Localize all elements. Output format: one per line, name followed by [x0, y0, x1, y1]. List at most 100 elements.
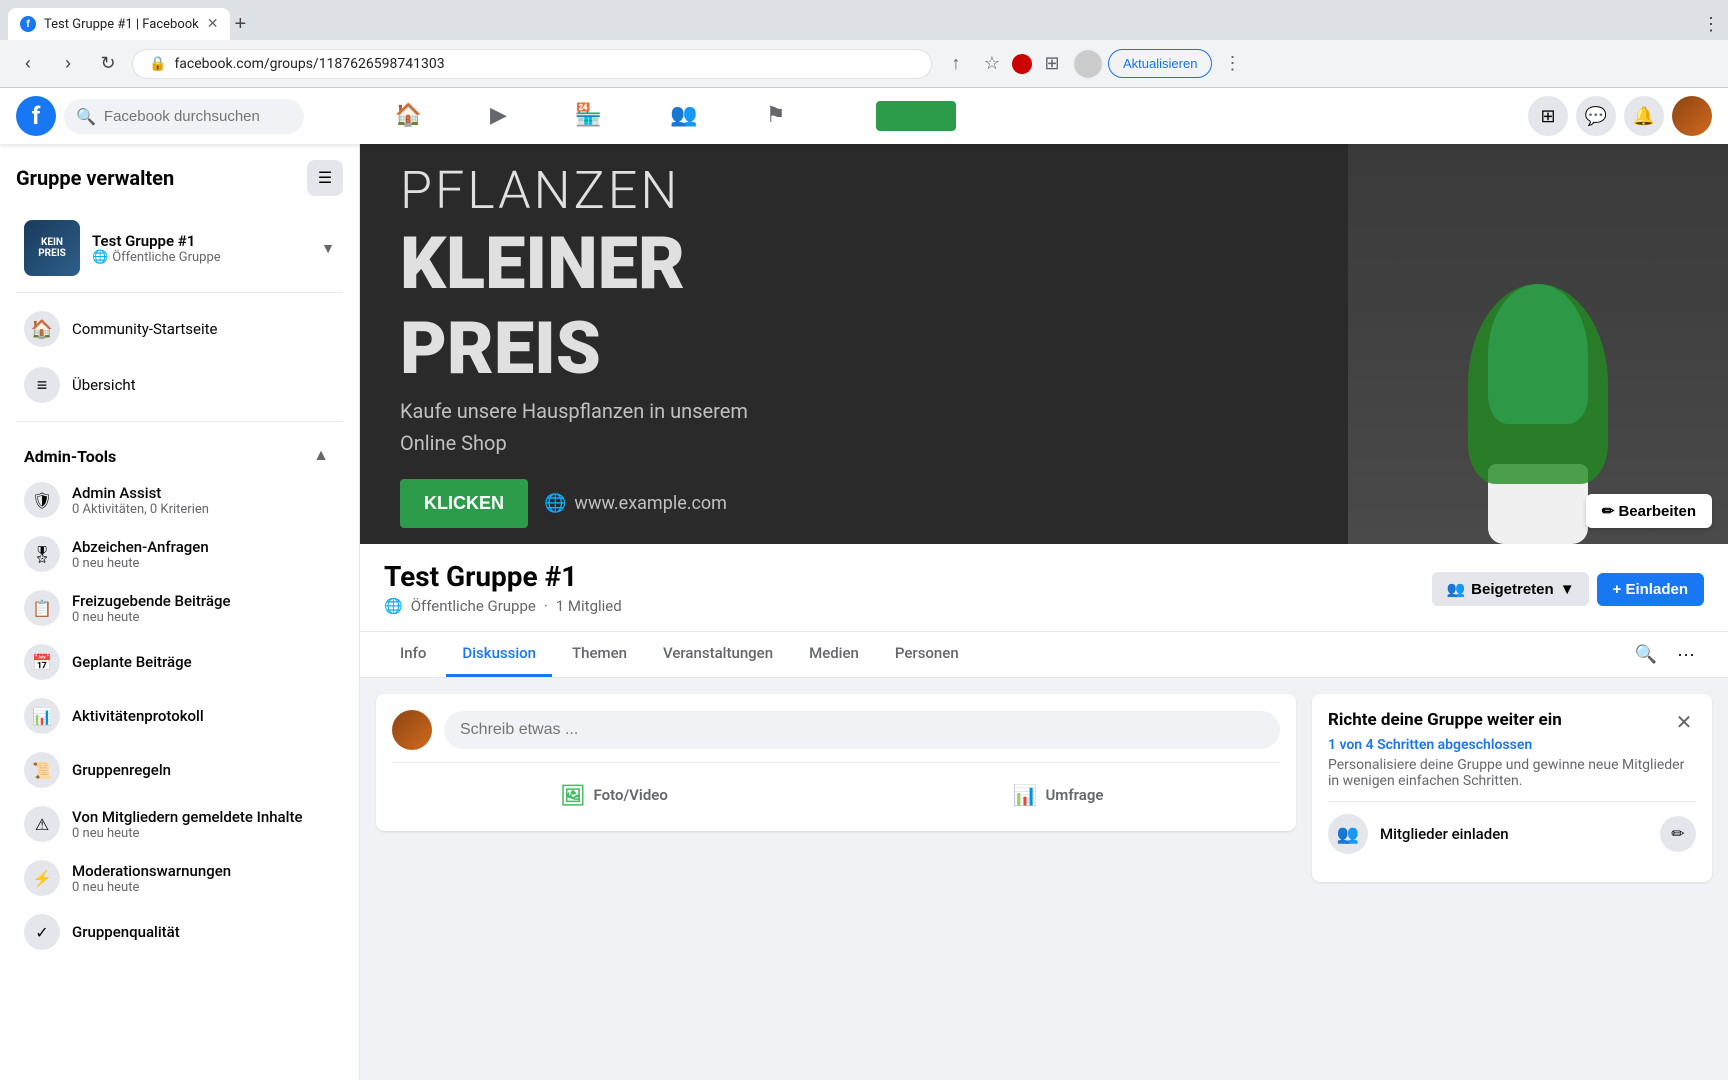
nav-apps-button[interactable]: ⊞ [1528, 96, 1568, 136]
tab-info[interactable]: Info [384, 632, 442, 677]
nav-video-button[interactable]: ▶ [458, 94, 539, 139]
scheduled-icon: 📅 [24, 644, 60, 680]
tool-sub-8: 0 neu heute [72, 880, 335, 895]
toolbar-actions: ↑ ☆ ⊞ Aktualisieren ⋮ [940, 48, 1248, 80]
divider [16, 292, 343, 293]
forward-button[interactable]: › [52, 48, 84, 80]
step-edit-button[interactable]: ✏ [1660, 816, 1696, 852]
content-area: 🖼 Foto/Video 📊 Umfrage ✕ Richte d [360, 678, 1728, 898]
step-name: Mitglieder einladen [1380, 825, 1648, 843]
group-tabs: Info Diskussion Themen Veranstaltungen M… [360, 632, 1728, 678]
nav-marketplace-button[interactable]: 🏪 [543, 94, 634, 139]
poll-button[interactable]: 📊 Umfrage [836, 775, 1280, 815]
close-tab-button[interactable]: ✕ [207, 16, 219, 32]
group-main: PFLANZEN KLEINER PREIS Kaufe unsere Haus… [360, 144, 1728, 1080]
overview-label: Übersicht [72, 376, 136, 394]
bookmark-button[interactable]: ☆ [976, 48, 1008, 80]
group-info-left: Test Gruppe #1 🌐 Öffentliche Gruppe · 1 … [384, 560, 622, 615]
nav-home-button[interactable]: 🏠 [363, 94, 454, 139]
browser-chrome: f Test Gruppe #1 | Facebook ✕ + ⋮ ‹ › ↻ … [0, 0, 1728, 88]
tool-info-3: Freizugebende Beiträge 0 neu heute [72, 592, 335, 625]
nav-notifications-button[interactable]: 🔔 [1624, 96, 1664, 136]
tool-name-3: Freizugebende Beiträge [72, 592, 335, 610]
cover-klicken-button[interactable]: KLICKEN [400, 479, 528, 528]
reload-button[interactable]: ↻ [92, 48, 124, 80]
setup-panel: ✕ Richte deine Gruppe weiter ein 1 von 4… [1312, 694, 1712, 882]
sidebar-nav-community[interactable]: 🏠 Community-Startseite [16, 301, 343, 357]
profile-button[interactable] [1072, 48, 1104, 80]
joined-label: Beigetreten [1471, 581, 1554, 598]
extension-icon-red[interactable] [1012, 54, 1032, 74]
tool-group-rules[interactable]: 📜 Gruppenregeln [16, 744, 343, 796]
setup-title: Richte deine Gruppe weiter ein [1328, 710, 1696, 730]
nav-profile-avatar[interactable] [1672, 96, 1712, 136]
nav-gaming-button[interactable]: ⚑ [734, 94, 818, 139]
menu-button[interactable]: ⋮ [1216, 48, 1248, 80]
tool-badge-requests[interactable]: 🎖 Abzeichen-Anfragen 0 neu heute [16, 528, 343, 580]
search-input[interactable] [104, 108, 292, 125]
tool-pending-posts[interactable]: 📋 Freizugebende Beiträge 0 neu heute [16, 582, 343, 634]
group-info-row: Test Gruppe #1 🌐 Öffentliche Gruppe · 1 … [384, 560, 1704, 615]
edit-cover-button[interactable]: ✏ Bearbeiten [1586, 494, 1712, 528]
pending-icon: 📋 [24, 590, 60, 626]
url-bar[interactable]: 🔒 facebook.com/groups/11876265987413​03 [132, 49, 932, 79]
tool-name-5: Aktivitätenprotokoll [72, 707, 335, 725]
setup-description: Personalisiere deine Gruppe und gewinne … [1328, 757, 1696, 789]
tab-themen[interactable]: Themen [556, 632, 643, 677]
sidebar-title: Gruppe verwalten [16, 166, 174, 190]
tab-medien[interactable]: Medien [793, 632, 875, 677]
active-tab[interactable]: f Test Gruppe #1 | Facebook ✕ [8, 8, 230, 40]
group-name-large: Test Gruppe #1 [384, 560, 622, 593]
new-tab-button[interactable]: + [234, 13, 246, 36]
cover-area: PFLANZEN KLEINER PREIS Kaufe unsere Haus… [360, 144, 1728, 544]
separator: · [544, 597, 548, 615]
sidebar-collapse-button[interactable]: ☰ [307, 160, 343, 196]
tool-info-6: Gruppenregeln [72, 761, 335, 779]
tool-activity-log[interactable]: 📊 Aktivitätenprotokoll [16, 690, 343, 742]
setup-step: 👥 Mitglieder einladen ✏ [1328, 801, 1696, 866]
tab-personen[interactable]: Personen [879, 632, 975, 677]
tool-sub-2: 0 neu heute [72, 556, 335, 571]
cover-url: 🌐 www.example.com [544, 493, 727, 514]
sidebar: Gruppe verwalten ☰ KEIN PREIS Test Grupp… [0, 144, 360, 1080]
tool-sub-7: 0 neu heute [72, 826, 335, 841]
report-icon: ⚠ [24, 806, 60, 842]
tab-veranstaltungen[interactable]: Veranstaltungen [647, 632, 789, 677]
share-button[interactable]: ↑ [940, 48, 972, 80]
update-button[interactable]: Aktualisieren [1108, 49, 1212, 78]
tool-sub-3: 0 neu heute [72, 610, 335, 625]
tool-scheduled-posts[interactable]: 📅 Geplante Beiträge [16, 636, 343, 688]
setup-close-button[interactable]: ✕ [1668, 706, 1700, 738]
search-bar[interactable]: 🔍 [64, 99, 304, 134]
composer-actions: 🖼 Foto/Video 📊 Umfrage [392, 762, 1280, 815]
post-input[interactable] [444, 711, 1280, 749]
section-toggle-button[interactable]: ▲ [307, 442, 335, 470]
globe-meta-icon: 🌐 [384, 597, 403, 615]
sidebar-group-item[interactable]: KEIN PREIS Test Gruppe #1 🌐 Öffentliche … [16, 212, 343, 284]
plant-top [1488, 284, 1588, 424]
sidebar-nav-overview[interactable]: ≡ Übersicht [16, 357, 343, 413]
invite-button[interactable]: + Einladen [1597, 573, 1704, 606]
cover-pflanzen-text: PFLANZEN [400, 160, 1468, 221]
extensions-button[interactable]: ⊞ [1036, 48, 1068, 80]
tab-more-button[interactable]: ··· [1668, 637, 1704, 673]
tab-search-button[interactable]: 🔍 [1628, 637, 1664, 673]
back-button[interactable]: ‹ [12, 48, 44, 80]
tool-reported-content[interactable]: ⚠ Von Mitgliedern gemeldete Inhalte 0 ne… [16, 798, 343, 850]
nav-groups-button[interactable]: 👥 [638, 94, 729, 139]
group-info: Test Gruppe #1 🌐 Öffentliche Gruppe [92, 232, 321, 265]
tool-moderation-warnings[interactable]: ⚡ Moderationswarnungen 0 neu heute [16, 852, 343, 904]
photo-video-button[interactable]: 🖼 Foto/Video [392, 775, 836, 815]
tool-admin-assist[interactable]: 🛡 Admin Assist 0 Aktivitäten, 0 Kriterie… [16, 474, 343, 526]
url-label: www.example.com [574, 493, 727, 514]
poll-label: Umfrage [1045, 786, 1103, 804]
community-label: Community-Startseite [72, 320, 218, 338]
admin-assist-icon: 🛡 [24, 482, 60, 518]
joined-button[interactable]: 👥 Beigetreten ▼ [1432, 572, 1588, 606]
tab-diskussion[interactable]: Diskussion [446, 632, 552, 677]
overview-icon: ≡ [24, 367, 60, 403]
browser-more-button[interactable]: ⋮ [1702, 14, 1720, 35]
tool-group-quality[interactable]: ✓ Gruppenqualität [16, 906, 343, 958]
composer-avatar [392, 710, 432, 750]
nav-messenger-button[interactable]: 💬 [1576, 96, 1616, 136]
